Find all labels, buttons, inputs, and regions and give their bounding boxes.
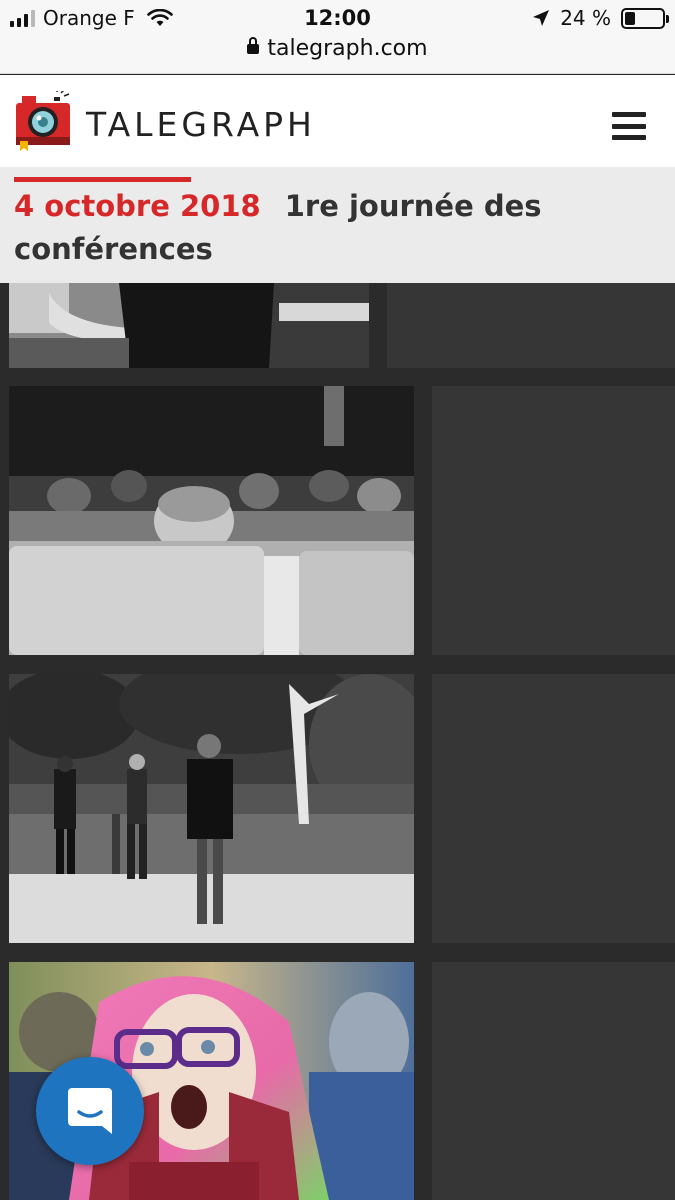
- lock-icon: [247, 37, 260, 54]
- accent-line: [14, 177, 191, 182]
- status-bar: Orange F 12:00 24 %: [0, 0, 675, 36]
- gallery-photo-3[interactable]: [9, 674, 414, 943]
- battery-percent: 24 %: [560, 6, 611, 30]
- gallery-placeholder-3: [432, 674, 675, 943]
- page-title: 4 octobre 2018 1re journée des conférence…: [14, 185, 654, 271]
- three-people-outdoors-photo: [9, 674, 414, 943]
- hamburger-menu-icon[interactable]: [612, 112, 646, 140]
- location-arrow-icon: [533, 10, 550, 26]
- audience-man-peeking-photo: [9, 386, 414, 655]
- camera-logo-icon[interactable]: [14, 91, 72, 151]
- status-right: 24 %: [532, 6, 669, 30]
- gallery-placeholder-2: [432, 386, 675, 655]
- gallery-placeholder-4: [432, 962, 675, 1200]
- url-text: talegraph.com: [267, 36, 428, 61]
- battery-icon: [621, 7, 669, 29]
- event-date: 4 octobre 2018: [14, 189, 261, 223]
- chat-widget-button[interactable]: [36, 1057, 144, 1165]
- gallery-photo-2[interactable]: [9, 386, 414, 655]
- address-bar[interactable]: talegraph.com: [0, 36, 675, 74]
- chat-bubble-icon: [68, 1088, 112, 1134]
- gallery-photo-1[interactable]: [9, 283, 369, 368]
- gallery-placeholder-1: [387, 283, 675, 368]
- battery-fill: [625, 11, 635, 25]
- site-brand[interactable]: TALEGRAPH: [86, 105, 316, 144]
- page-title-band: 4 octobre 2018 1re journée des conférence…: [0, 167, 675, 283]
- site-header: TALEGRAPH: [0, 75, 675, 167]
- man-arm-partial-photo: [9, 283, 369, 368]
